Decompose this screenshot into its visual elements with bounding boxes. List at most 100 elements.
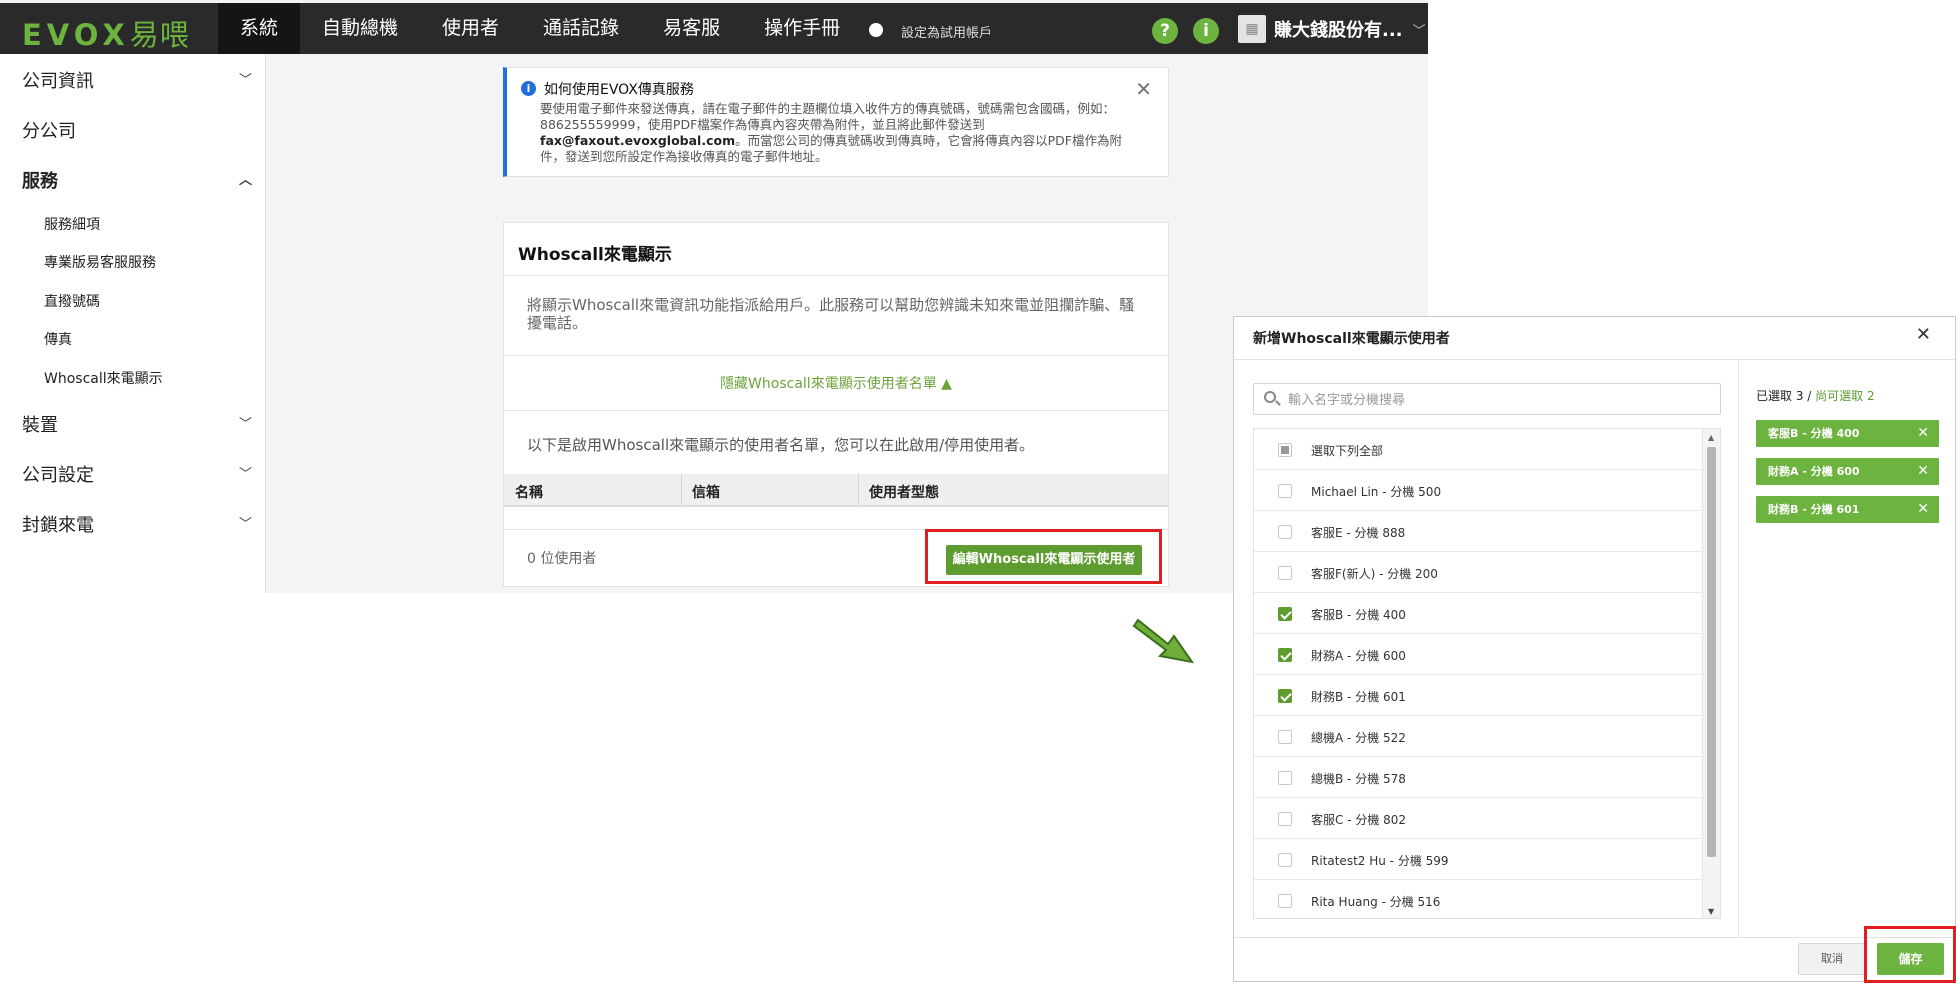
- logo-text: EVOX: [22, 18, 130, 52]
- selection-summary: 已選取 3 / 尚可選取 2: [1756, 389, 1875, 403]
- sidebar: 公司資訊 ﹀ 分公司 服務 ︿ 服務細項 專業版易客服服務 直撥號碼 傳真 Whos…: [0, 54, 266, 593]
- search-input[interactable]: [1288, 390, 1708, 410]
- search-icon: [1264, 391, 1276, 403]
- alert-email: fax@faxout.evoxglobal.com: [540, 133, 736, 148]
- card-description: 將顯示Whoscall來電資訊功能指派給用戶。此服務可以幫助您辨識未知來電並阻攔…: [527, 296, 1135, 332]
- sidebar-item-label: 分公司: [22, 121, 76, 142]
- sidebar-item-devices[interactable]: 裝置 ﹀: [22, 411, 252, 437]
- user-label: 客服B - 分機 400: [1311, 608, 1406, 622]
- sidebar-item-company-settings[interactable]: 公司設定 ﹀: [22, 461, 252, 487]
- app-window: EVOX易喂 系統 自動總機 使用者 通話記錄 易客服 操作手冊 設定為試用帳戶…: [0, 0, 1428, 593]
- sidebar-item-branch[interactable]: 分公司: [22, 117, 252, 143]
- sidebar-item-label: 裝置: [22, 415, 58, 436]
- help-icon[interactable]: ?: [1152, 18, 1178, 44]
- divider: [504, 355, 1168, 356]
- nav-easy-service[interactable]: 易客服: [641, 3, 742, 54]
- user-search: [1253, 383, 1721, 415]
- list-item[interactable]: 財務B - 分機 601: [1254, 675, 1702, 716]
- sidebar-subitem-direct-numbers[interactable]: 直撥號碼: [44, 291, 100, 311]
- sidebar-item-services[interactable]: 服務 ︿: [22, 167, 252, 193]
- user-label: 總機A - 分機 522: [1311, 731, 1406, 745]
- column-user-type[interactable]: 使用者型態: [869, 482, 939, 502]
- chevron-down-icon: ﹀: [238, 517, 252, 532]
- remove-icon[interactable]: ✕: [1917, 458, 1929, 485]
- divider: [504, 275, 1168, 276]
- main-nav: 系統 自動總機 使用者 通話記錄 易客服 操作手冊: [218, 3, 862, 54]
- list-scrollbar[interactable]: ▲ ▼: [1702, 429, 1720, 918]
- user-checkbox[interactable]: [1278, 689, 1292, 703]
- scroll-up-icon[interactable]: ▲: [1708, 433, 1714, 442]
- nav-call-logs[interactable]: 通話記錄: [521, 3, 641, 54]
- nav-system[interactable]: 系統: [218, 3, 301, 54]
- select-all-row[interactable]: 選取下列全部: [1254, 429, 1702, 470]
- user-checkbox[interactable]: [1278, 812, 1292, 826]
- column-name[interactable]: 名稱: [515, 482, 543, 502]
- sidebar-subitem-whoscall[interactable]: Whoscall來電顯示: [44, 368, 163, 388]
- top-navbar: EVOX易喂 系統 自動總機 使用者 通話記錄 易客服 操作手冊 設定為試用帳戶…: [0, 3, 1428, 54]
- close-icon[interactable]: ✕: [1135, 77, 1152, 101]
- user-checkbox[interactable]: [1278, 484, 1292, 498]
- trial-toggle[interactable]: [869, 23, 883, 37]
- list-item[interactable]: Ritatest2 Hu - 分機 599: [1254, 839, 1702, 880]
- nav-users[interactable]: 使用者: [420, 3, 521, 54]
- nav-manual[interactable]: 操作手冊: [742, 3, 862, 54]
- info-icon: i: [521, 81, 536, 96]
- selected-user-chip: 財務A - 分機 600 ✕: [1756, 458, 1939, 485]
- list-item[interactable]: 客服E - 分機 888: [1254, 511, 1702, 552]
- sidebar-subitem-pro-service[interactable]: 專業版易客服服務: [44, 252, 156, 272]
- user-checkbox[interactable]: [1278, 853, 1292, 867]
- list-item[interactable]: 總機B - 分機 578: [1254, 757, 1702, 798]
- arrow-icon: [1132, 618, 1195, 664]
- user-checkbox[interactable]: [1278, 648, 1292, 662]
- select-all-checkbox[interactable]: [1278, 443, 1292, 457]
- user-checkbox[interactable]: [1278, 894, 1292, 908]
- hide-user-list-toggle[interactable]: 隱藏Whoscall來電顯示使用者名單 ▲: [504, 373, 1168, 393]
- list-item[interactable]: 客服C - 分機 802: [1254, 798, 1702, 839]
- card-title: Whoscall來電顯示: [518, 245, 672, 265]
- user-checkbox[interactable]: [1278, 607, 1292, 621]
- remove-icon[interactable]: ✕: [1917, 496, 1929, 523]
- evox-logo[interactable]: EVOX易喂: [22, 12, 190, 54]
- user-label: 財務A - 分機 600: [1311, 649, 1406, 663]
- list-item[interactable]: 財務A - 分機 600: [1254, 634, 1702, 675]
- list-item[interactable]: 客服B - 分機 400: [1254, 593, 1702, 634]
- remove-icon[interactable]: ✕: [1917, 420, 1929, 447]
- list-item[interactable]: Michael Lin - 分機 500: [1254, 470, 1702, 511]
- trial-label: 設定為試用帳戶: [901, 26, 993, 41]
- sidebar-subitem-service-details[interactable]: 服務細項: [44, 214, 100, 234]
- column-email[interactable]: 信箱: [692, 482, 720, 502]
- sidebar-item-label: 公司資訊: [22, 71, 94, 92]
- remaining-count: 尚可選取 2: [1815, 389, 1875, 403]
- list-item[interactable]: 客服F(新人) - 分機 200: [1254, 552, 1702, 593]
- sidebar-item-block-calls[interactable]: 封鎖來電 ﹀: [22, 511, 252, 537]
- nav-auto-attendant[interactable]: 自動總機: [300, 3, 420, 54]
- table-header: 名稱 信箱 使用者型態: [504, 474, 1168, 507]
- user-checkbox[interactable]: [1278, 730, 1292, 744]
- divider: [1234, 359, 1955, 360]
- sidebar-subitem-fax[interactable]: 傳真: [44, 329, 72, 349]
- scroll-down-icon[interactable]: ▼: [1708, 907, 1714, 916]
- close-icon[interactable]: ✕: [1916, 324, 1931, 345]
- company-name: 賺大錢股份有...: [1274, 20, 1403, 41]
- divider: [1738, 359, 1739, 937]
- chip-label: 客服B - 分機 400: [1768, 427, 1860, 440]
- chevron-down-icon: ﹀: [1412, 23, 1426, 39]
- user-checkbox[interactable]: [1278, 525, 1292, 539]
- user-label: 總機B - 分機 578: [1311, 772, 1406, 786]
- sidebar-item-company-info[interactable]: 公司資訊 ﹀: [22, 67, 252, 93]
- info-icon[interactable]: i: [1193, 18, 1219, 44]
- user-checkbox[interactable]: [1278, 566, 1292, 580]
- user-checkbox[interactable]: [1278, 771, 1292, 785]
- sidebar-item-label: 服務: [22, 171, 58, 192]
- selected-user-chip: 客服B - 分機 400 ✕: [1756, 420, 1939, 447]
- list-item[interactable]: 總機A - 分機 522: [1254, 716, 1702, 757]
- scroll-thumb[interactable]: [1707, 447, 1716, 857]
- user-count: 0 位使用者: [527, 551, 597, 567]
- list-description: 以下是啟用Whoscall來電顯示的使用者名單，您可以在此啟用/停用使用者。: [527, 436, 1035, 454]
- list-item[interactable]: Rita Huang - 分機 516: [1254, 880, 1702, 918]
- fax-info-alert: i 如何使用EVOX傳真服務 要使用電子郵件來發送傳真，請在電子郵件的主題欄位填…: [503, 67, 1169, 177]
- cancel-button[interactable]: 取消: [1798, 943, 1866, 975]
- chip-label: 財務B - 分機 601: [1768, 503, 1860, 516]
- company-selector[interactable]: ▦ 賺大錢股份有... ﹀: [1238, 14, 1426, 44]
- user-list: 選取下列全部 Michael Lin - 分機 500 客服E - 分機 888…: [1253, 428, 1721, 919]
